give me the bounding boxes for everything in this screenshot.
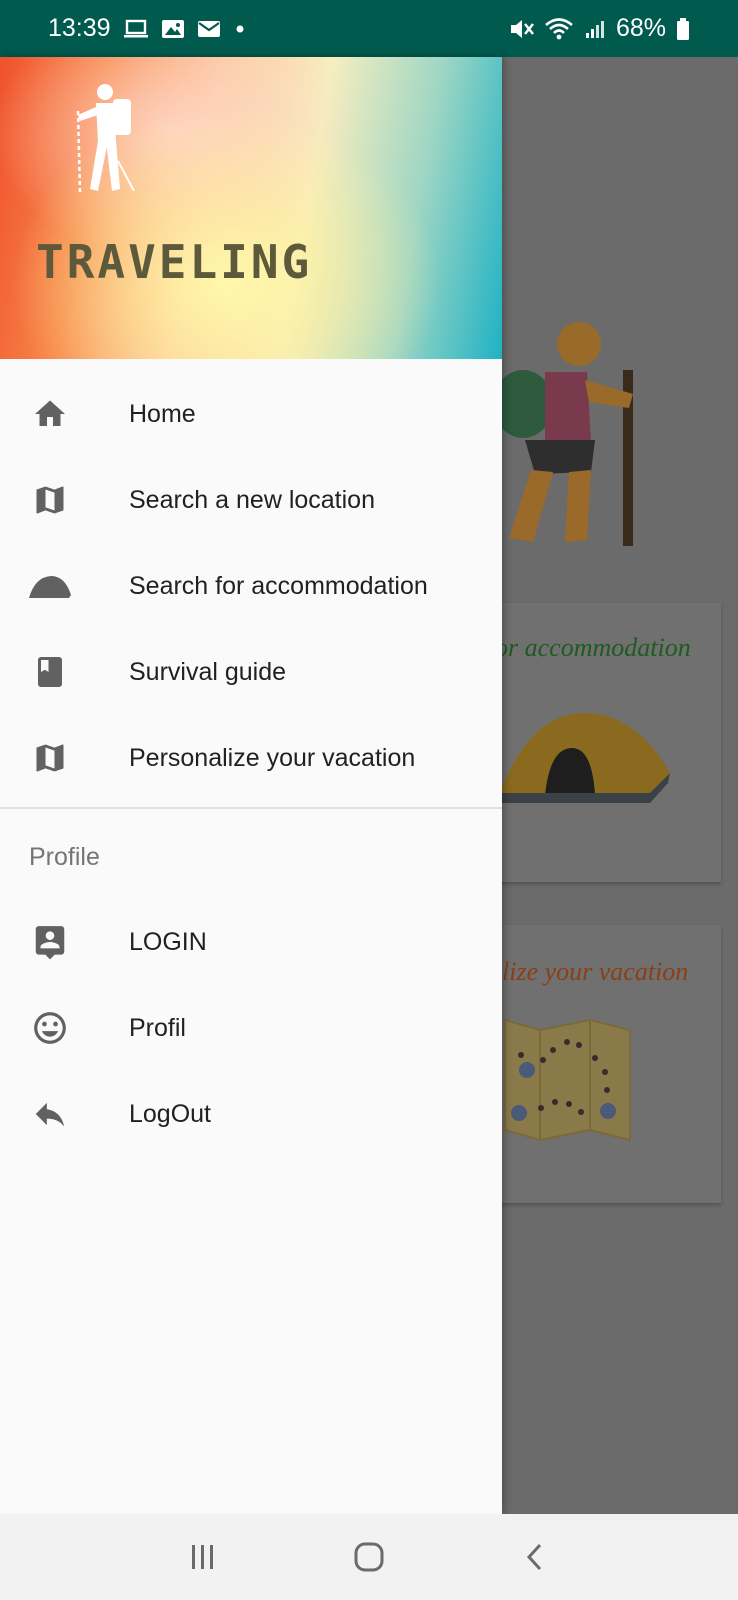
image-icon: [161, 18, 185, 40]
menu-item-label: Search for accommodation: [129, 571, 428, 600]
menu-item-label: LogOut: [129, 1099, 212, 1128]
status-time: 13:39: [48, 14, 111, 42]
system-navigation-bar: [0, 1514, 738, 1600]
recent-apps-button[interactable]: [173, 1527, 233, 1587]
battery-percent: 68%: [615, 14, 666, 42]
profile-menu: LOGIN Profil LogOut: [0, 899, 502, 1157]
laptop-icon: [123, 18, 149, 40]
hiker-illustration: [493, 322, 655, 567]
tent-illustration: [500, 713, 670, 803]
menu-item-label: Home: [129, 399, 196, 428]
app-title: TRAVELING: [36, 235, 313, 289]
mail-icon: [197, 19, 221, 39]
menu-item-search-location[interactable]: Search a new location: [0, 457, 502, 543]
signal-icon: [584, 18, 606, 40]
map-icon: [30, 738, 70, 778]
back-button[interactable]: [505, 1527, 565, 1587]
menu-item-profil[interactable]: Profil: [0, 985, 502, 1071]
menu-item-logout[interactable]: LogOut: [0, 1071, 502, 1157]
drawer-header: TRAVELING: [0, 57, 502, 359]
dot-icon: [233, 22, 247, 36]
hiker-logo-icon: [68, 81, 138, 201]
battery-icon: [676, 17, 690, 41]
map-icon: [30, 480, 70, 520]
book-icon: [30, 652, 70, 692]
navigation-drawer: TRAVELING Home Search a new location Sea…: [0, 57, 502, 1514]
status-bar: 13:39 68%: [0, 0, 738, 57]
home-circle-icon: [354, 1542, 384, 1572]
recent-apps-icon: [192, 1545, 213, 1569]
back-chevron-icon: [526, 1543, 542, 1571]
main-menu: Home Search a new location Search for ac…: [0, 359, 502, 801]
menu-item-login[interactable]: LOGIN: [0, 899, 502, 985]
section-title-profile: Profile: [29, 842, 100, 871]
menu-item-search-accommodation[interactable]: Search for accommodation: [0, 543, 502, 629]
menu-item-survival-guide[interactable]: Survival guide: [0, 629, 502, 715]
tent-icon: [26, 566, 74, 606]
menu-item-personalize-vacation[interactable]: Personalize your vacation: [0, 715, 502, 801]
accommodation-card-text: or accommodation: [495, 633, 691, 662]
menu-item-label: Profil: [129, 1013, 186, 1042]
home-icon: [30, 394, 70, 434]
vacation-card-text: lize your vacation: [502, 957, 689, 986]
menu-item-label: Survival guide: [129, 657, 287, 686]
smiley-icon: [30, 1008, 70, 1048]
menu-item-label: Personalize your vacation: [129, 743, 416, 772]
reply-icon: [30, 1094, 70, 1134]
wifi-icon: [544, 16, 574, 42]
menu-item-label: LOGIN: [129, 927, 207, 956]
menu-item-label: Search a new location: [129, 485, 375, 514]
mute-icon: [508, 17, 534, 41]
account-box-icon: [30, 922, 70, 962]
home-button[interactable]: [339, 1527, 399, 1587]
menu-item-home[interactable]: Home: [0, 371, 502, 457]
map-illustration: [504, 1018, 631, 1142]
